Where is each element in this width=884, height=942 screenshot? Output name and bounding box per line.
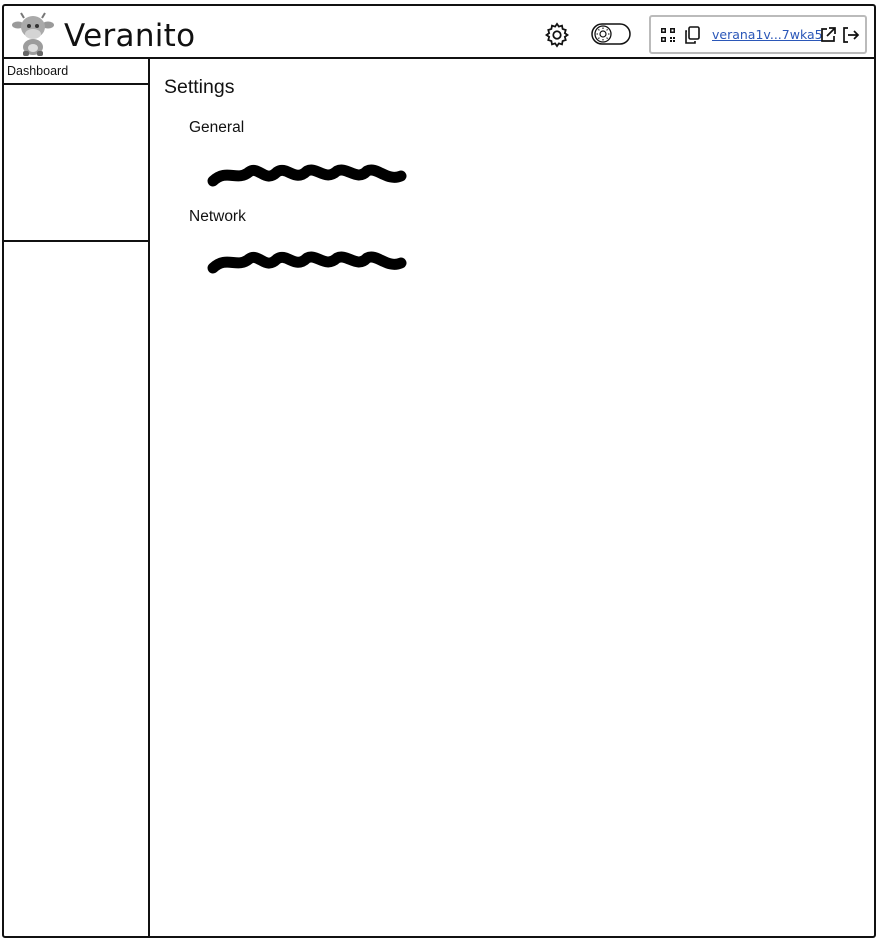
sidebar: Dashboard (2, 59, 150, 938)
wallet-box: verana1v...7wka5 (649, 15, 867, 54)
main-content: Settings General Network (150, 59, 876, 938)
app-title: Veranito (64, 18, 196, 54)
external-link-icon[interactable] (820, 26, 837, 43)
section-heading-network: Network (189, 208, 246, 225)
redacted-scribble (207, 251, 407, 274)
sidebar-item-dashboard[interactable]: Dashboard (2, 59, 148, 85)
copy-icon[interactable] (684, 26, 701, 44)
wallet-address-link[interactable]: verana1v...7wka5 (712, 27, 823, 42)
qr-code-icon[interactable] (661, 28, 675, 42)
theme-toggle-icon[interactable] (591, 22, 631, 46)
cow-mascot-icon (12, 12, 54, 56)
logout-icon[interactable] (842, 27, 860, 43)
top-bar: Veranito verana1v...7wka5 (2, 4, 876, 59)
redacted-scribble (207, 164, 407, 187)
gear-icon[interactable] (543, 21, 571, 49)
section-heading-general: General (189, 119, 245, 136)
sidebar-panel (2, 85, 148, 242)
page-title: Settings (164, 76, 235, 98)
